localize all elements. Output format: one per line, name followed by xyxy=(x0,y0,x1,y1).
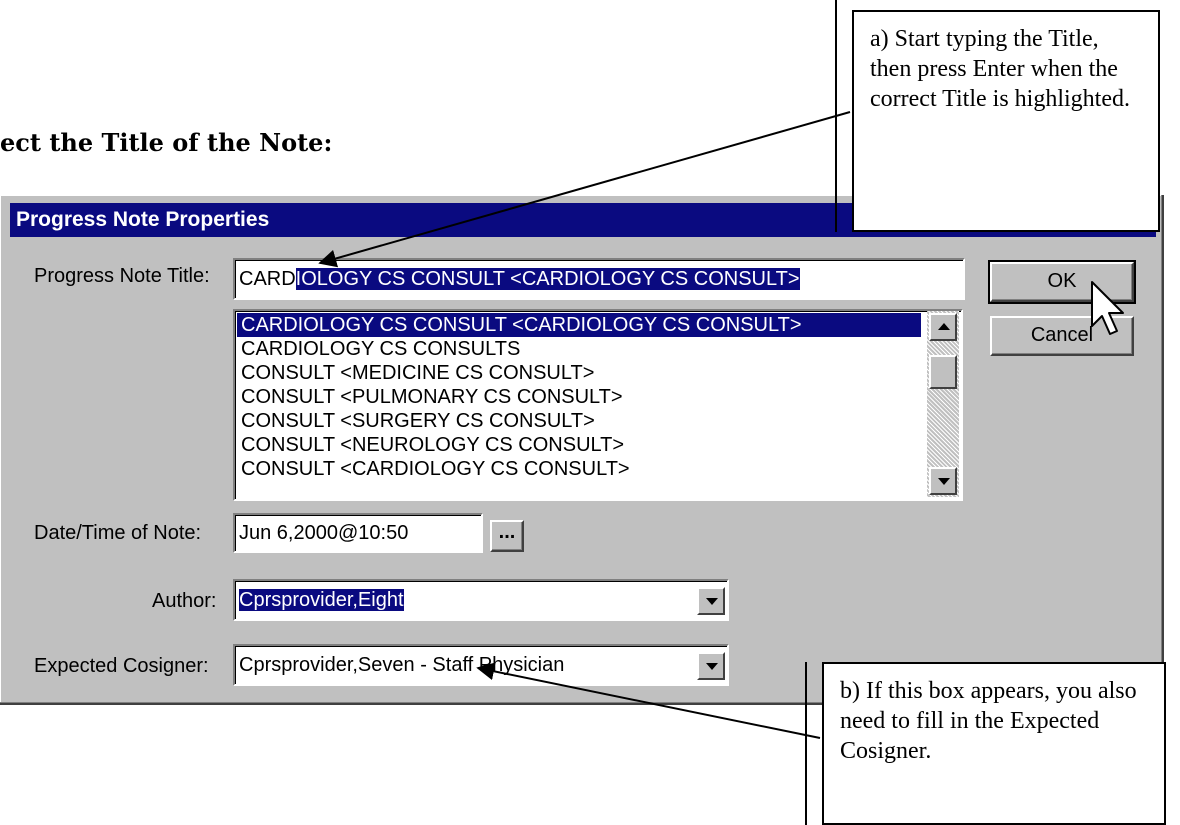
author-label: Author: xyxy=(152,590,217,612)
scroll-thumb[interactable] xyxy=(929,355,957,389)
ok-button[interactable]: OK xyxy=(988,260,1136,304)
author-combobox[interactable]: Cprsprovider,Eight xyxy=(233,579,729,621)
progress-note-properties-dialog: Progress Note Properties Progress Note T… xyxy=(0,195,1164,705)
title-autocomplete-highlight: IOLOGY CS CONSULT <CARDIOLOGY CS CONSULT… xyxy=(295,268,800,290)
instruction-heading: ect the Title of the Note: xyxy=(0,128,333,157)
progress-note-title-input[interactable]: CARDIOLOGY CS CONSULT <CARDIOLOGY CS CON… xyxy=(233,258,965,300)
scroll-up-button[interactable] xyxy=(929,313,957,341)
title-list-box[interactable]: CARDIOLOGY CS CONSULT <CARDIOLOGY CS CON… xyxy=(233,309,963,501)
callout-a-left-line xyxy=(835,0,837,232)
expected-cosigner-combobox[interactable]: Cprsprovider,Seven - Staff Physician xyxy=(233,644,729,686)
date-time-label: Date/Time of Note: xyxy=(34,522,202,544)
arrow-down-icon xyxy=(938,478,950,485)
title-typed-text: CARD xyxy=(239,268,296,290)
author-value: Cprsprovider,Eight xyxy=(239,589,404,611)
arrow-up-icon xyxy=(938,323,950,330)
chevron-down-icon xyxy=(706,663,718,670)
progress-note-title-label: Progress Note Title: xyxy=(34,265,210,287)
callout-b: b) If this box appears, you also need to… xyxy=(822,662,1166,825)
title-list-item[interactable]: CONSULT <MEDICINE CS CONSULT> xyxy=(237,361,921,385)
cancel-button[interactable]: Cancel xyxy=(990,316,1134,356)
title-list-item[interactable]: CARDIOLOGY CS CONSULTS xyxy=(237,337,921,361)
cosigner-value: Cprsprovider,Seven - Staff Physician xyxy=(239,654,565,676)
title-list-item[interactable]: CONSULT <SURGERY CS CONSULT> xyxy=(237,409,921,433)
title-list-item[interactable]: CARDIOLOGY CS CONSULT <CARDIOLOGY CS CON… xyxy=(237,313,921,337)
chevron-down-icon xyxy=(706,598,718,605)
callout-b-left-line xyxy=(805,662,807,825)
cosigner-dropdown-button[interactable] xyxy=(697,652,725,680)
title-list-item[interactable]: CONSULT <PULMONARY CS CONSULT> xyxy=(237,385,921,409)
date-time-value: Jun 6,2000@10:50 xyxy=(239,522,409,544)
callout-a: a) Start typing the Title, then press En… xyxy=(852,10,1160,232)
scroll-down-button[interactable] xyxy=(929,467,957,495)
date-time-input[interactable]: Jun 6,2000@10:50 xyxy=(233,513,483,553)
date-picker-button[interactable]: ... xyxy=(490,520,524,552)
title-list-item[interactable]: CONSULT <NEUROLOGY CS CONSULT> xyxy=(237,433,921,457)
title-list-item[interactable]: CONSULT <CARDIOLOGY CS CONSULT> xyxy=(237,457,921,481)
author-dropdown-button[interactable] xyxy=(697,587,725,615)
expected-cosigner-label: Expected Cosigner: xyxy=(34,655,209,677)
